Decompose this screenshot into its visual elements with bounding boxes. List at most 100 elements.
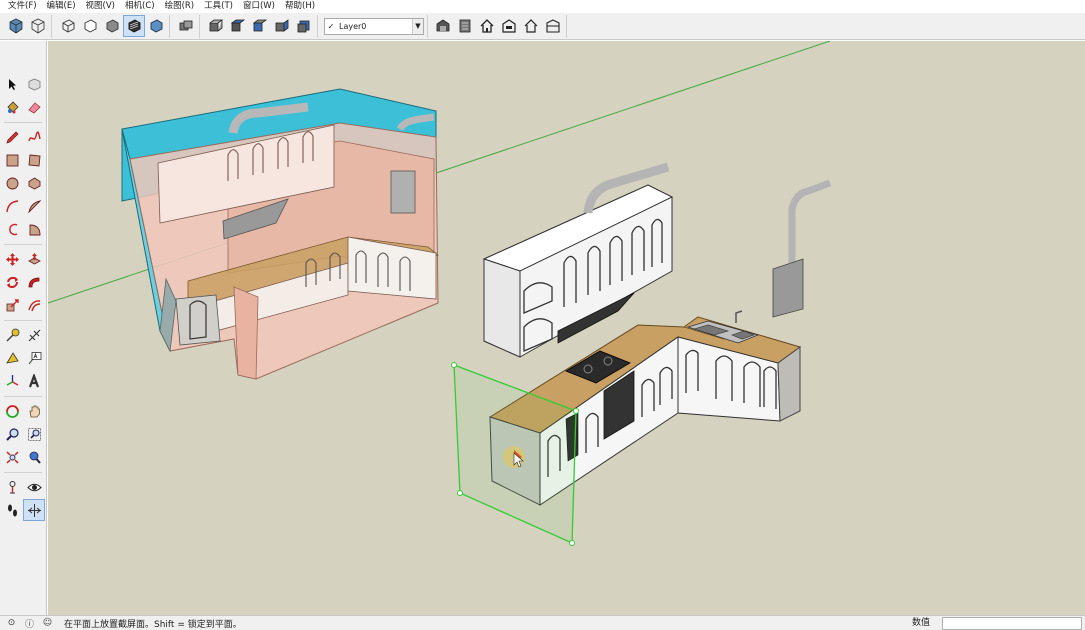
eraser-icon: [27, 101, 41, 114]
extension-warehouse-button[interactable]: [498, 15, 520, 37]
view-right-icon: [275, 19, 289, 32]
previous-view-button[interactable]: [23, 446, 45, 468]
zoom-tool-button[interactable]: [1, 423, 23, 445]
view-front-button[interactable]: [249, 15, 271, 37]
offset-tool-button[interactable]: [23, 294, 45, 316]
water-heater-box: [772, 258, 804, 318]
back-edges-button[interactable]: [27, 15, 49, 37]
info-icon[interactable]: ⓘ: [23, 617, 36, 630]
wireframe-button[interactable]: [57, 15, 79, 37]
xray-style-button[interactable]: [5, 15, 27, 37]
menu-file[interactable]: 文件(F): [3, 0, 42, 13]
move-tool-button[interactable]: [1, 248, 23, 270]
hidden-line-button[interactable]: [79, 15, 101, 37]
make-component-tool-button[interactable]: [23, 73, 45, 95]
house-outline-button[interactable]: [520, 15, 542, 37]
layer-dropdown[interactable]: ✓ Layer0 ▼: [324, 17, 424, 35]
rectangle-tool-button[interactable]: [1, 149, 23, 171]
sectioned-kitchen-model: [121, 88, 439, 380]
orbit-tool-button[interactable]: [1, 400, 23, 422]
view-top-button[interactable]: [227, 15, 249, 37]
section-plane-button[interactable]: [23, 499, 45, 521]
menu-draw[interactable]: 绘图(R): [160, 0, 200, 13]
magnifier-icon: [5, 427, 19, 441]
plane-corner-handle[interactable]: [569, 540, 575, 546]
polygon-tool-button[interactable]: [23, 172, 45, 194]
scale-tool-button[interactable]: [1, 294, 23, 316]
move-arrows-icon: [5, 252, 19, 266]
push-pull-icon: [27, 252, 41, 264]
large-tool-set: [0, 41, 47, 615]
view-right-button[interactable]: [271, 15, 293, 37]
tape-measure-button[interactable]: [1, 324, 23, 346]
shaded-textures-button[interactable]: [123, 15, 145, 37]
three-point-arc-icon: [8, 223, 17, 235]
arc-icon: [5, 199, 18, 212]
position-camera-button[interactable]: [1, 476, 23, 498]
scale-icon: [6, 298, 19, 311]
faucet: [735, 310, 743, 323]
pan-tool-button[interactable]: [23, 400, 45, 422]
menu-camera[interactable]: 相机(C): [120, 0, 160, 13]
view-back-button[interactable]: [293, 15, 315, 37]
three-point-arc-button[interactable]: [1, 218, 23, 240]
follow-me-button[interactable]: [23, 271, 45, 293]
plane-corner-handle[interactable]: [451, 362, 457, 368]
menu-tools[interactable]: 工具(T): [199, 0, 238, 13]
circle-icon: [6, 177, 18, 189]
zoom-window-button[interactable]: [23, 423, 45, 445]
paint-bucket-icon: [6, 100, 19, 113]
menu-help[interactable]: 帮助(H): [280, 0, 320, 13]
shaded-button[interactable]: [101, 15, 123, 37]
circle-tool-button[interactable]: [1, 172, 23, 194]
two-point-arc-button[interactable]: [23, 195, 45, 217]
monochrome-icon: [150, 19, 163, 33]
model-info-button[interactable]: [542, 15, 564, 37]
dimension-tool-button[interactable]: [23, 324, 45, 346]
warehouse-home-button[interactable]: [476, 15, 498, 37]
toolbar-separator: [4, 241, 42, 245]
previous-view-icon: [29, 451, 41, 464]
make-component-button[interactable]: [175, 15, 197, 37]
protractor-button[interactable]: [1, 347, 23, 369]
component-icon: [179, 20, 193, 31]
pie-tool-button[interactable]: [23, 218, 45, 240]
share-model-button[interactable]: [432, 15, 454, 37]
menu-view[interactable]: 视图(V): [81, 0, 120, 13]
user-account-icon[interactable]: ☺: [41, 617, 54, 630]
get-models-button[interactable]: [454, 15, 476, 37]
zoom-extents-button[interactable]: [1, 446, 23, 468]
components-toolbar: [173, 14, 200, 38]
arc-tool-button[interactable]: [1, 195, 23, 217]
rotate-tool-button[interactable]: [1, 271, 23, 293]
water-heater-right: [772, 179, 832, 318]
plane-corner-handle[interactable]: [573, 408, 579, 414]
view-iso-button[interactable]: [205, 15, 227, 37]
monochrome-button[interactable]: [145, 15, 167, 37]
menu-window[interactable]: 窗口(W): [238, 0, 280, 13]
axes-tool-button[interactable]: [1, 370, 23, 392]
eraser-button[interactable]: [23, 96, 45, 118]
paint-bucket-button[interactable]: [1, 96, 23, 118]
geo-location-icon[interactable]: ⊙: [5, 617, 18, 630]
toolbar-separator: [4, 119, 42, 123]
text-tool-button[interactable]: [23, 347, 45, 369]
menu-edit[interactable]: 编辑(E): [42, 0, 81, 13]
line-tool-button[interactable]: [1, 126, 23, 148]
rotated-rectangle-button[interactable]: [23, 149, 45, 171]
measurements-input[interactable]: [942, 617, 1082, 630]
plane-corner-handle[interactable]: [457, 490, 463, 496]
model-viewport[interactable]: [48, 41, 1085, 615]
pencil-icon: [5, 131, 18, 144]
face-style-toolbar: [55, 14, 170, 38]
pie-icon: [29, 224, 40, 235]
walk-tool-button[interactable]: [1, 499, 23, 521]
look-around-button[interactable]: [23, 476, 45, 498]
tape-measure-icon: [5, 328, 19, 342]
freehand-tool-button[interactable]: [23, 126, 45, 148]
warehouse-toolbar: [427, 14, 567, 38]
push-pull-button[interactable]: [23, 248, 45, 270]
freehand-icon: [27, 130, 41, 141]
3d-text-button[interactable]: [23, 370, 45, 392]
select-tool-button[interactable]: [1, 73, 23, 95]
